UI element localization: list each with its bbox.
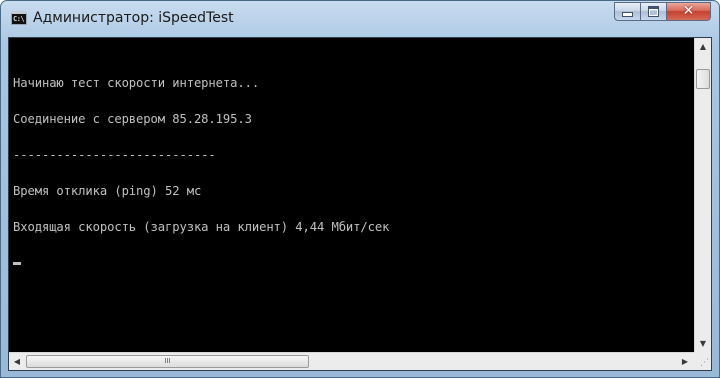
title-bar[interactable]: C:\ Администратор: iSpeedTest ✕ <box>1 1 719 37</box>
console-line: Начинаю тест скорости интернета... <box>13 76 260 90</box>
console-line: ---------------------------- <box>13 148 216 162</box>
vertical-scroll-thumb[interactable] <box>696 69 710 89</box>
console-output[interactable]: Начинаю тест скорости интернета... Соеди… <box>9 38 694 352</box>
console-line: Соединение с сервером 85.28.195.3 <box>13 112 252 126</box>
console-line: Входящая скорость (загрузка на клиент) 4… <box>13 220 390 234</box>
caption-buttons: ✕ <box>614 2 711 21</box>
scroll-right-arrow-icon[interactable]: ▶ <box>677 353 693 370</box>
horizontal-scrollbar[interactable]: ◀ III ▶ <box>9 352 694 370</box>
text-cursor <box>13 262 21 265</box>
scroll-down-arrow-icon[interactable]: ▼ <box>695 335 711 352</box>
close-icon: ✕ <box>682 3 695 19</box>
scroll-up-arrow-icon[interactable]: ▲ <box>695 38 711 55</box>
window-title: Администратор: iSpeedTest <box>33 10 234 26</box>
maximize-button[interactable] <box>641 2 667 21</box>
console-window: C:\ Администратор: iSpeedTest ✕ Начинаю … <box>0 0 720 378</box>
text-cursor-line <box>13 257 694 269</box>
minimize-icon <box>622 12 633 17</box>
console-app-icon[interactable]: C:\ <box>11 11 27 25</box>
minimize-button[interactable] <box>614 2 641 21</box>
size-grip-icon[interactable]: ⋰ <box>694 352 711 370</box>
vertical-scrollbar[interactable]: ▲ ▼ <box>694 38 711 352</box>
console-client-area: Начинаю тест скорости интернета... Соеди… <box>8 37 712 371</box>
horizontal-scroll-thumb[interactable]: III <box>26 355 309 368</box>
maximize-icon <box>648 6 659 17</box>
close-button[interactable]: ✕ <box>667 2 711 21</box>
console-line: Время отклика (ping) 52 мс <box>13 184 202 198</box>
thumb-grip-icon: III <box>164 357 171 365</box>
scroll-left-arrow-icon[interactable]: ◀ <box>9 353 25 370</box>
